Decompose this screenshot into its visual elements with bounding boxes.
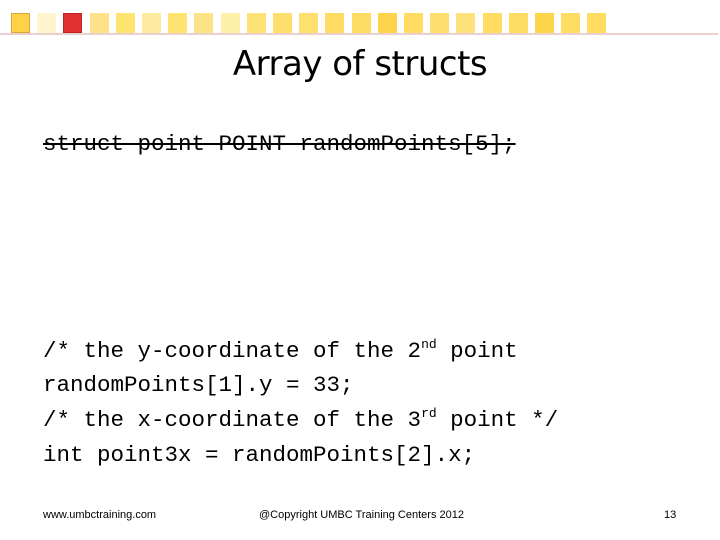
- footer-copyright: @Copyright UMBC Training Centers 2012: [259, 509, 464, 521]
- decorative-square: [430, 13, 450, 33]
- decorative-square: [142, 13, 161, 33]
- decorative-square: [273, 13, 292, 33]
- code-comment-text: /* the y-coordinate of the 2: [43, 338, 422, 364]
- decorative-square: [37, 13, 57, 33]
- code-line-read-x: int point3x = randomPoints[2].x;: [43, 442, 476, 468]
- footer-website: www.umbctraining.com: [43, 509, 157, 521]
- decorative-square: [63, 13, 83, 33]
- decorative-square: [482, 13, 502, 33]
- decorative-square: [456, 13, 476, 33]
- decorative-square: [11, 13, 30, 33]
- decorative-square: [89, 13, 109, 33]
- decorative-square: [377, 13, 397, 33]
- header-divider-line: [0, 33, 718, 35]
- decorative-square: [220, 13, 240, 33]
- ordinal-suffix: rd: [421, 406, 437, 421]
- page-number: 13: [664, 509, 677, 521]
- decorative-square: [168, 13, 188, 33]
- decorative-square: [351, 13, 371, 33]
- decorative-square: [404, 13, 423, 33]
- decorative-square: [561, 13, 581, 33]
- decorative-square: [246, 13, 266, 33]
- decorative-square: [299, 13, 319, 33]
- ordinal-suffix: nd: [421, 337, 437, 352]
- decorative-square: [535, 13, 554, 33]
- decorative-square: [587, 13, 607, 33]
- code-comment-x-coordinate: /* the x-coordinate of the 3rd point */: [43, 406, 559, 433]
- decorative-square: [194, 13, 214, 33]
- decorative-header-bar: [0, 0, 720, 40]
- code-comment-text-end: point: [436, 338, 518, 364]
- code-comment-text: /* the x-coordinate of the 3: [43, 407, 422, 433]
- code-line-struck-declaration: struct point POINT randomPoints[5];: [43, 131, 516, 157]
- decorative-square: [115, 13, 135, 33]
- code-comment-text-end: point */: [436, 407, 559, 433]
- slide-title: Array of structs: [232, 44, 488, 84]
- decorative-square: [508, 13, 528, 33]
- code-line-assign-y: randomPoints[1].y = 33;: [43, 372, 354, 398]
- code-comment-y-coordinate: /* the y-coordinate of the 2nd point: [43, 337, 518, 364]
- decorative-square: [325, 13, 345, 33]
